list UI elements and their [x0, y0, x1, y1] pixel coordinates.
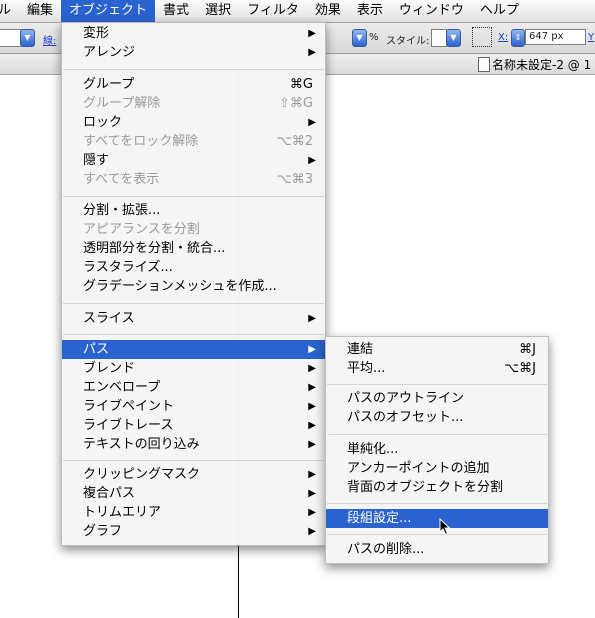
x-field[interactable]: 647 px — [525, 29, 586, 45]
submenu-item-clean-up[interactable]: パスの削除... — [326, 540, 548, 559]
menu-separator — [327, 503, 547, 504]
submenu-arrow-icon: ▶ — [308, 344, 316, 355]
submenu-item-divide-objects-below[interactable]: 背面のオブジェクトを分割 — [326, 478, 548, 497]
menu-bar: ル 編集 オブジェクト 書式 選択 フィルタ 効果 表示 ウィンドウ ヘルプ — [0, 0, 595, 23]
menu-item-graph[interactable]: グラフ ▶ — [62, 522, 325, 541]
submenu-item-join[interactable]: 連結 ⌘J — [326, 340, 548, 359]
menu-item-text-wrap[interactable]: テキストの回り込み ▶ — [62, 435, 325, 454]
submenu-item-split-into-grid[interactable]: 段組設定... — [326, 509, 548, 528]
submenu-arrow-icon: ▶ — [308, 382, 316, 393]
style-dropdown[interactable]: ▼ — [446, 29, 461, 47]
document-icon — [478, 57, 490, 72]
menu-item-lock[interactable]: ロック ▶ — [62, 113, 325, 132]
menu-item-expand[interactable]: 分割・拡張... — [62, 201, 325, 220]
menu-filter[interactable]: フィルタ — [239, 0, 307, 22]
menu-item-show-all: すべてを表示 ⌥⌘3 — [83, 172, 313, 187]
opacity-dropdown[interactable]: ▼ — [352, 29, 367, 47]
menu-item-create-gradient-mesh[interactable]: グラデーションメッシュを作成... — [62, 277, 325, 296]
y-label[interactable]: Y — [588, 32, 594, 43]
reference-point-icon[interactable] — [472, 27, 492, 47]
menu-separator — [63, 196, 324, 197]
menu-edit[interactable]: 編集 — [19, 0, 61, 22]
x-stepper[interactable]: ⇕ — [511, 29, 525, 47]
x-label[interactable]: X: — [498, 32, 508, 43]
menu-separator — [327, 384, 547, 385]
menu-separator — [327, 534, 547, 535]
menu-help[interactable]: ヘルプ — [472, 0, 527, 22]
menu-separator — [327, 434, 547, 435]
submenu-arrow-icon: ▶ — [308, 401, 316, 412]
submenu-arrow-icon: ▶ — [308, 155, 316, 166]
menu-item-group[interactable]: グループ ⌘G — [62, 75, 325, 94]
menu-item-rasterize[interactable]: ラスタライズ... — [62, 258, 325, 277]
menu-item-blend[interactable]: ブレンド ▶ — [62, 359, 325, 378]
menu-file-partial[interactable]: ル — [0, 0, 19, 22]
menu-separator — [63, 69, 324, 70]
menu-view[interactable]: 表示 — [349, 0, 391, 22]
submenu-item-offset-path[interactable]: パスのオフセット... — [326, 408, 548, 427]
stroke-label[interactable]: 線: — [43, 32, 56, 47]
submenu-arrow-icon: ▶ — [308, 28, 316, 39]
menu-item-ungroup: グループ解除 ⇧⌘G — [83, 96, 313, 111]
menu-item-live-paint[interactable]: ライブペイント ▶ — [62, 397, 325, 416]
menu-type[interactable]: 書式 — [155, 0, 197, 22]
menu-item-path[interactable]: パス ▶ — [62, 340, 325, 359]
percent-label: % — [369, 32, 379, 43]
mouse-cursor-icon — [439, 518, 451, 536]
menu-item-arrange[interactable]: アレンジ ▶ — [62, 43, 325, 62]
menu-item-clipping-mask[interactable]: クリッピングマスク ▶ — [62, 465, 325, 484]
submenu-item-average[interactable]: 平均... ⌥⌘J — [326, 359, 548, 378]
submenu-arrow-icon: ▶ — [308, 526, 316, 537]
menu-separator — [63, 334, 324, 335]
submenu-arrow-icon: ▶ — [308, 507, 316, 518]
submenu-arrow-icon: ▶ — [308, 420, 316, 431]
submenu-arrow-icon: ▶ — [308, 47, 316, 58]
submenu-arrow-icon: ▶ — [308, 488, 316, 499]
menu-item-flatten-transparency[interactable]: 透明部分を分割・統合... — [62, 239, 325, 258]
menu-item-slice[interactable]: スライス ▶ — [62, 309, 325, 328]
menu-item-unlock-all: すべてをロック解除 ⌥⌘2 — [83, 134, 313, 149]
object-menu: 変形 ▶ アレンジ ▶ グループ ⌘G グループ解除 ⇧⌘G ロック ▶ すべてをロック解… — [61, 22, 326, 546]
menu-item-compound-path[interactable]: 複合パス ▶ — [62, 484, 325, 503]
submenu-item-outline-stroke[interactable]: パスのアウトライン — [326, 389, 548, 408]
menu-object[interactable]: オブジェクト — [61, 0, 156, 22]
submenu-item-add-anchor-points[interactable]: アンカーポイントの追加 — [326, 459, 548, 478]
menu-item-transform[interactable]: 変形 ▶ — [62, 24, 325, 43]
menu-item-envelope[interactable]: エンベロープ ▶ — [62, 378, 325, 397]
document-title: 名称未設定-2 @ 1 — [492, 58, 592, 72]
submenu-item-simplify[interactable]: 単純化... — [326, 440, 548, 459]
fill-swatch[interactable] — [0, 29, 22, 47]
menu-item-hide[interactable]: 隠す ▶ — [62, 151, 325, 170]
submenu-arrow-icon: ▶ — [308, 313, 316, 324]
menu-separator — [63, 303, 324, 304]
style-label: スタイル: — [386, 36, 430, 47]
menu-item-crop-area[interactable]: トリムエリア ▶ — [62, 503, 325, 522]
fill-dropdown[interactable]: ▼ — [20, 29, 35, 47]
submenu-arrow-icon: ▶ — [308, 469, 316, 480]
menu-item-expand-appearance: アピアランスを分割 — [83, 222, 200, 237]
menu-window[interactable]: ウィンドウ — [391, 0, 472, 22]
menu-select[interactable]: 選択 — [197, 0, 239, 22]
style-swatch[interactable] — [431, 29, 447, 47]
submenu-arrow-icon: ▶ — [308, 363, 316, 374]
path-submenu: 連結 ⌘J 平均... ⌥⌘J パスのアウトライン パスのオフセット... 単純化.… — [325, 336, 549, 564]
menu-effect[interactable]: 効果 — [307, 0, 349, 22]
menu-item-live-trace[interactable]: ライブトレース ▶ — [62, 416, 325, 435]
submenu-arrow-icon: ▶ — [308, 439, 316, 450]
submenu-arrow-icon: ▶ — [308, 117, 316, 128]
menu-separator — [63, 460, 324, 461]
